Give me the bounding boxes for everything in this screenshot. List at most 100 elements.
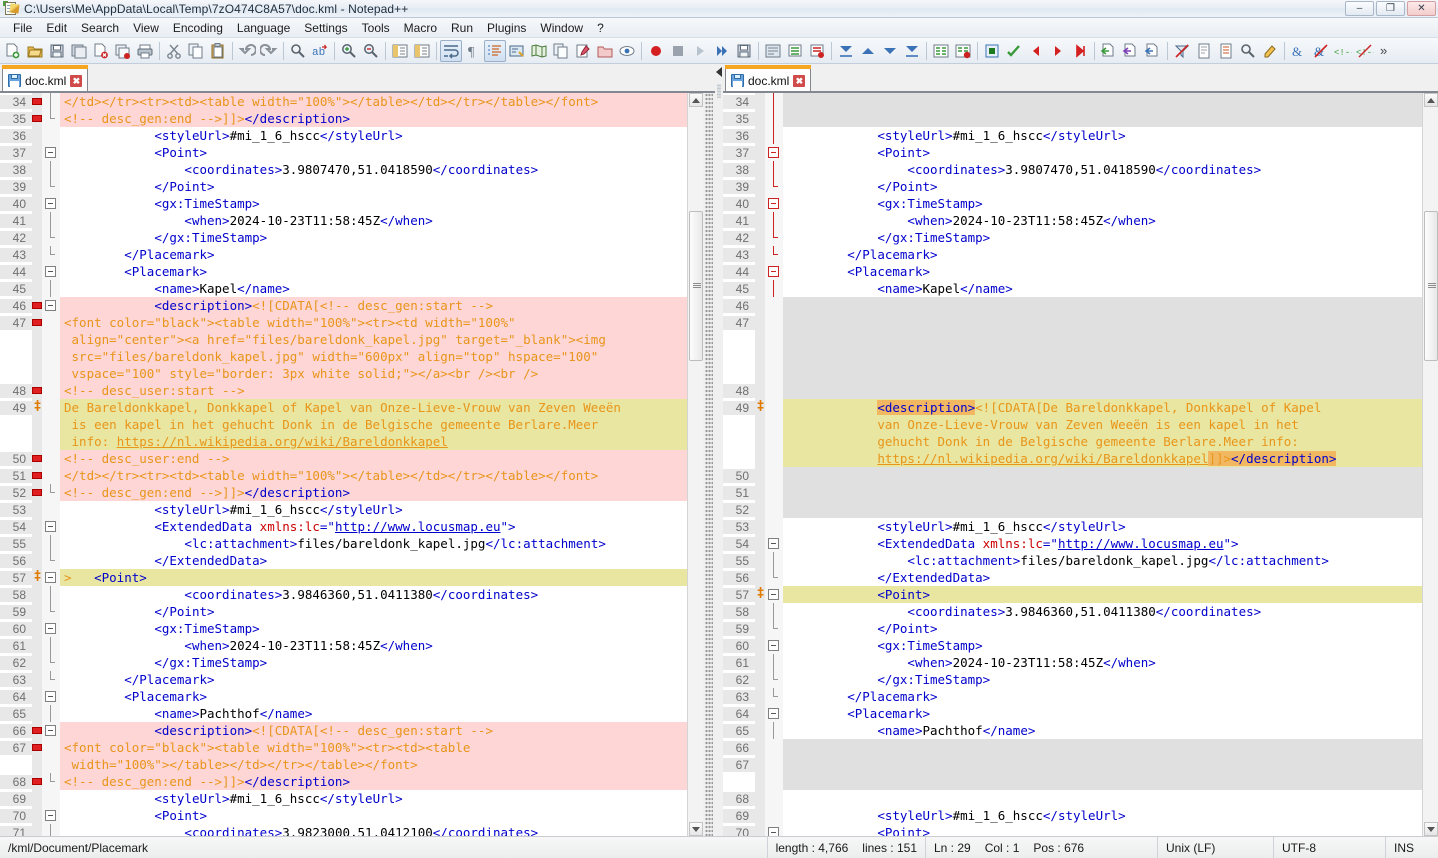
code-line-row[interactable]: 69 <styleUrl>#mi_1_6_hscc</styleUrl> (723, 807, 1422, 824)
status-insert-mode[interactable]: INS (1386, 837, 1438, 858)
fold-gutter[interactable] (765, 824, 783, 836)
code-line-row[interactable]: 66 (723, 739, 1422, 756)
code-line-text[interactable]: <font color="black"><table width="100%">… (60, 314, 687, 331)
code-line-text[interactable]: </Placemark> (60, 246, 687, 263)
menu-item-edit[interactable]: Edit (39, 19, 74, 37)
code-line-text[interactable]: <styleUrl>#mi_1_6_hscc</styleUrl> (60, 127, 687, 144)
document-search-icon[interactable] (1237, 40, 1259, 62)
code-line-row[interactable]: 52 (723, 501, 1422, 518)
code-line-row[interactable]: 39 </Point> (0, 178, 687, 195)
fold-gutter[interactable] (765, 773, 783, 790)
fold-gutter[interactable] (42, 807, 60, 824)
fold-gutter[interactable] (765, 722, 783, 739)
code-line-row[interactable]: 46 <description><![CDATA[<!-- desc_gen:s… (0, 297, 687, 314)
code-line-row[interactable]: van Onze-Lieve-Vrouw van Zeven Weeën is … (723, 416, 1422, 433)
zoom-in-icon[interactable] (338, 40, 360, 62)
fold-collapse-box[interactable] (768, 198, 779, 209)
code-line-row[interactable]: 43 </Placemark> (0, 246, 687, 263)
fold-gutter[interactable] (42, 773, 60, 790)
word-wrap-icon[interactable] (440, 39, 462, 62)
fold-gutter[interactable] (765, 178, 783, 195)
document-map-icon[interactable] (528, 40, 550, 62)
open-file-icon[interactable] (24, 40, 46, 62)
right-code-area[interactable]: 34 35 36 <styleUrl>#mi_1_6_hscc</styleUrl>… (723, 93, 1422, 836)
fold-gutter[interactable] (42, 110, 60, 127)
code-line-row[interactable]: 47 <font color="black"><table width="100%… (0, 314, 687, 331)
fold-gutter[interactable] (765, 110, 783, 127)
document-icon[interactable] (1193, 40, 1215, 62)
fold-gutter[interactable] (42, 535, 60, 552)
collapse-level-icon[interactable] (857, 40, 879, 62)
fold-collapse-box[interactable] (45, 691, 56, 702)
code-line-text[interactable]: <name>Pachthof</name> (783, 722, 1422, 739)
code-line-text[interactable]: is een kapel in het gehucht Donk in de B… (60, 416, 687, 433)
fold-gutter[interactable] (765, 467, 783, 484)
menu-item-[interactable]: ? (590, 19, 611, 37)
code-line-row[interactable]: 41 <when>2024-10-23T11:58:45Z</when> (0, 212, 687, 229)
code-line-row[interactable]: 51 (723, 484, 1422, 501)
code-line-row[interactable]: 49 ‡ <description><![CDATA[De Bareldonkka… (723, 399, 1422, 416)
code-line-row[interactable]: 47 (723, 314, 1422, 331)
expand-level-icon[interactable] (879, 40, 901, 62)
fold-gutter[interactable] (765, 807, 783, 824)
code-line-text[interactable]: https://nl.wikipedia.org/wiki/Bareldonkk… (783, 450, 1422, 467)
sync-horizontal-scroll-icon[interactable] (411, 40, 433, 62)
compare-icon[interactable] (930, 40, 952, 62)
fold-gutter[interactable] (42, 671, 60, 688)
fold-gutter[interactable] (765, 382, 783, 399)
code-line-text[interactable]: <coordinates>3.9807470,51.0418590</coord… (783, 161, 1422, 178)
tab-close-icon[interactable]: ✖ (793, 74, 806, 87)
code-line-text[interactable]: <description><![CDATA[De Bareldonkkapel,… (783, 399, 1422, 416)
fold-gutter[interactable] (42, 518, 60, 535)
code-line-text[interactable] (783, 484, 1422, 501)
fold-collapse-box[interactable] (45, 521, 56, 532)
menu-item-run[interactable]: Run (444, 19, 480, 37)
fold-collapse-box[interactable] (768, 538, 779, 549)
code-line-row[interactable]: 55 <lc:attachment>files/bareldonk_kapel.… (0, 535, 687, 552)
sync-vertical-scroll-icon[interactable] (389, 40, 411, 62)
zoom-out-icon[interactable] (360, 40, 382, 62)
fold-gutter[interactable] (765, 280, 783, 297)
comment-icon[interactable]: <!-- (1332, 40, 1354, 62)
code-line-row[interactable]: 42 </gx:TimeStamp> (0, 229, 687, 246)
code-line-text[interactable]: <description><![CDATA[<!-- desc_gen:star… (60, 722, 687, 739)
code-line-text[interactable]: <when>2024-10-23T11:58:45Z</when> (60, 637, 687, 654)
code-line-row[interactable]: 64 <Placemark> (723, 705, 1422, 722)
document-list-icon[interactable] (572, 40, 594, 62)
code-line-row[interactable]: 34 (723, 93, 1422, 110)
status-encoding[interactable]: UTF-8 (1274, 836, 1386, 858)
code-line-text[interactable]: <Point> (60, 807, 687, 824)
save-macro-icon[interactable] (733, 40, 755, 62)
code-line-row[interactable]: 36 <styleUrl>#mi_1_6_hscc</styleUrl> (0, 127, 687, 144)
show-all-characters-icon[interactable]: ¶ (462, 40, 484, 62)
code-line-text[interactable]: </td></tr><tr><td><table width="100%"></… (60, 467, 687, 484)
code-line-row[interactable]: 54 <ExtendedData xmlns:lc="http://www.lo… (0, 518, 687, 535)
code-line-text[interactable]: <gx:TimeStamp> (783, 195, 1422, 212)
code-line-text[interactable]: <when>2024-10-23T11:58:45Z</when> (783, 212, 1422, 229)
code-line-text[interactable]: </ExtendedData> (783, 569, 1422, 586)
right-editor[interactable]: 34 35 36 <styleUrl>#mi_1_6_hscc</styleUrl>… (723, 92, 1438, 836)
fold-collapse-box[interactable] (768, 266, 779, 277)
code-line-row[interactable]: 55 <lc:attachment>files/bareldonk_kapel.… (723, 552, 1422, 569)
fold-gutter[interactable] (42, 756, 60, 773)
ui-user-defined-dialog-icon[interactable] (506, 40, 528, 62)
code-line-text[interactable]: <styleUrl>#mi_1_6_hscc</styleUrl> (783, 518, 1422, 535)
code-line-row[interactable]: 62 </gx:TimeStamp> (0, 654, 687, 671)
code-line-text[interactable]: <Point> (783, 144, 1422, 161)
code-line-row[interactable]: 56 </ExtendedData> (723, 569, 1422, 586)
fold-gutter[interactable] (42, 178, 60, 195)
code-line-row[interactable]: 50 <!-- desc_user:end --> (0, 450, 687, 467)
minimize-button[interactable]: – (1345, 1, 1374, 16)
code-line-text[interactable] (783, 756, 1422, 773)
move-left-icon[interactable] (1098, 40, 1120, 62)
play-macro-icon[interactable] (689, 40, 711, 62)
fold-gutter[interactable] (765, 450, 783, 467)
fold-collapse-box[interactable] (45, 300, 56, 311)
fold-collapse-box[interactable] (45, 572, 56, 583)
fold-gutter[interactable] (42, 552, 60, 569)
left-editor[interactable]: 34 </td></tr><tr><td><table width="100%">… (0, 92, 715, 836)
code-line-text[interactable]: <Placemark> (783, 263, 1422, 280)
fold-collapse-box[interactable] (45, 266, 56, 277)
code-line-row[interactable]: 67 (723, 756, 1422, 773)
stop-recording-icon[interactable] (667, 40, 689, 62)
